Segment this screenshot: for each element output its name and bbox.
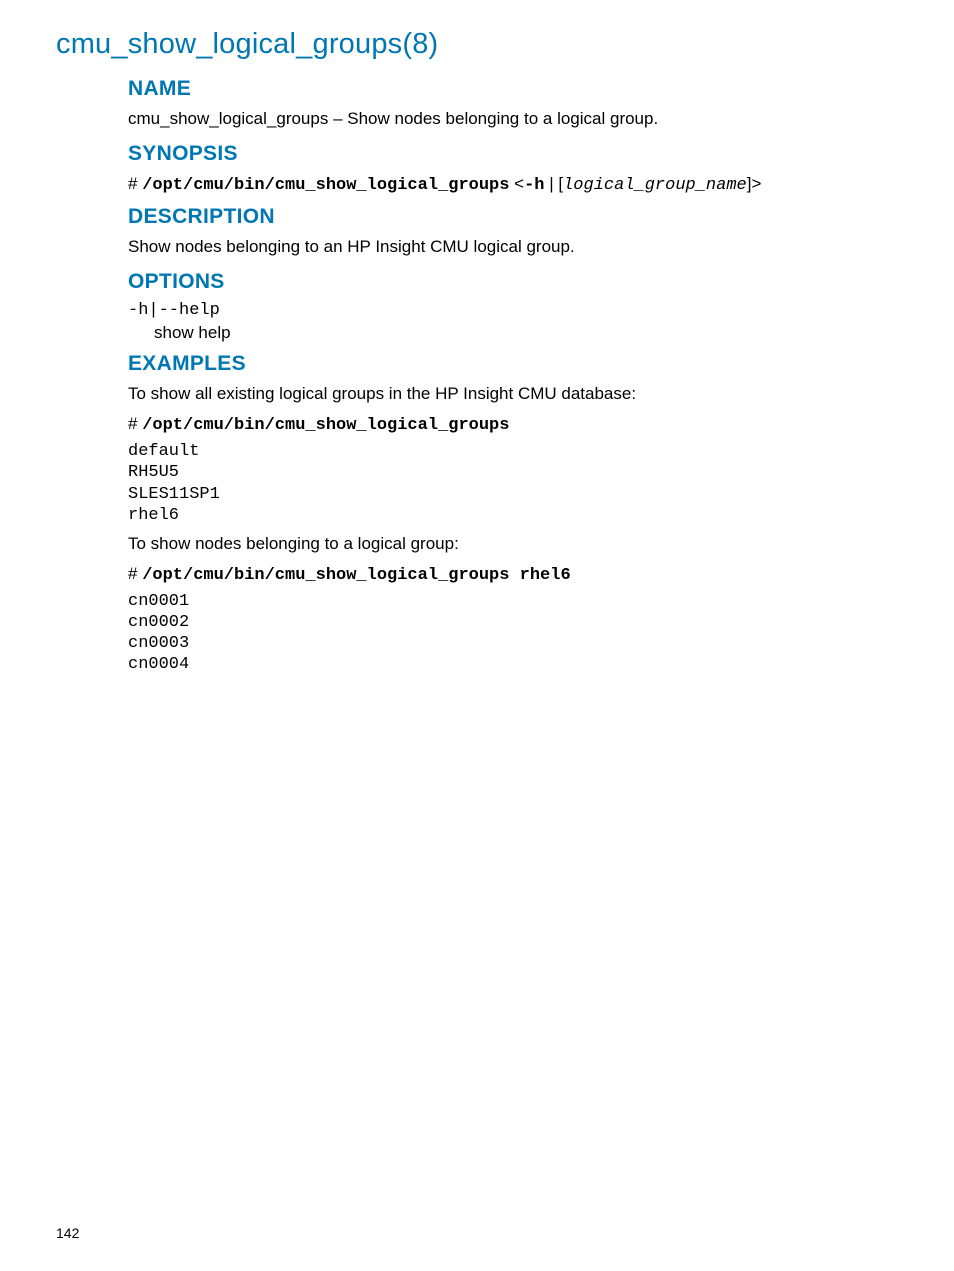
cmd2: /opt/cmu/bin/cmu_show_logical_groups rhe… <box>142 566 570 585</box>
heading-name: NAME <box>128 77 898 101</box>
examples-intro1: To show all existing logical groups in t… <box>128 382 898 407</box>
page-content: cmu_show_logical_groups(8) NAME cmu_show… <box>0 0 954 676</box>
synopsis-prefix: # <box>128 174 142 193</box>
main-content: NAME cmu_show_logical_groups – Show node… <box>128 77 898 676</box>
synopsis-pipe: | [ <box>545 174 564 193</box>
heading-examples: EXAMPLES <box>128 352 898 376</box>
cmd1: /opt/cmu/bin/cmu_show_logical_groups <box>142 416 509 435</box>
cmd2-prefix: # <box>128 564 142 583</box>
description-text: Show nodes belonging to an HP Insight CM… <box>128 235 898 260</box>
page-title: cmu_show_logical_groups(8) <box>56 28 898 61</box>
synopsis-flag: -h <box>524 176 544 195</box>
examples-output2: cn0001 cn0002 cn0003 cn0004 <box>128 591 898 676</box>
page-number: 142 <box>56 1225 79 1241</box>
examples-cmd1-line: # /opt/cmu/bin/cmu_show_logical_groups <box>128 413 898 437</box>
examples-cmd2-line: # /opt/cmu/bin/cmu_show_logical_groups r… <box>128 563 898 587</box>
synopsis-open: < <box>509 174 524 193</box>
option-block: -h|--help show help <box>128 300 898 344</box>
heading-description: DESCRIPTION <box>128 205 898 229</box>
synopsis-cmd: /opt/cmu/bin/cmu_show_logical_groups <box>142 176 509 195</box>
synopsis-line: # /opt/cmu/bin/cmu_show_logical_groups <… <box>128 172 898 198</box>
option-flag: -h|--help <box>128 300 898 322</box>
name-text: cmu_show_logical_groups – Show nodes bel… <box>128 107 898 132</box>
cmd1-prefix: # <box>128 414 142 433</box>
synopsis-close: ]> <box>747 174 762 193</box>
synopsis-arg: logical_group_name <box>563 176 747 195</box>
examples-intro2: To show nodes belonging to a logical gro… <box>128 532 898 557</box>
option-desc: show help <box>154 322 898 344</box>
heading-options: OPTIONS <box>128 270 898 294</box>
examples-output1: default RH5U5 SLES11SP1 rhel6 <box>128 441 898 526</box>
heading-synopsis: SYNOPSIS <box>128 142 898 166</box>
